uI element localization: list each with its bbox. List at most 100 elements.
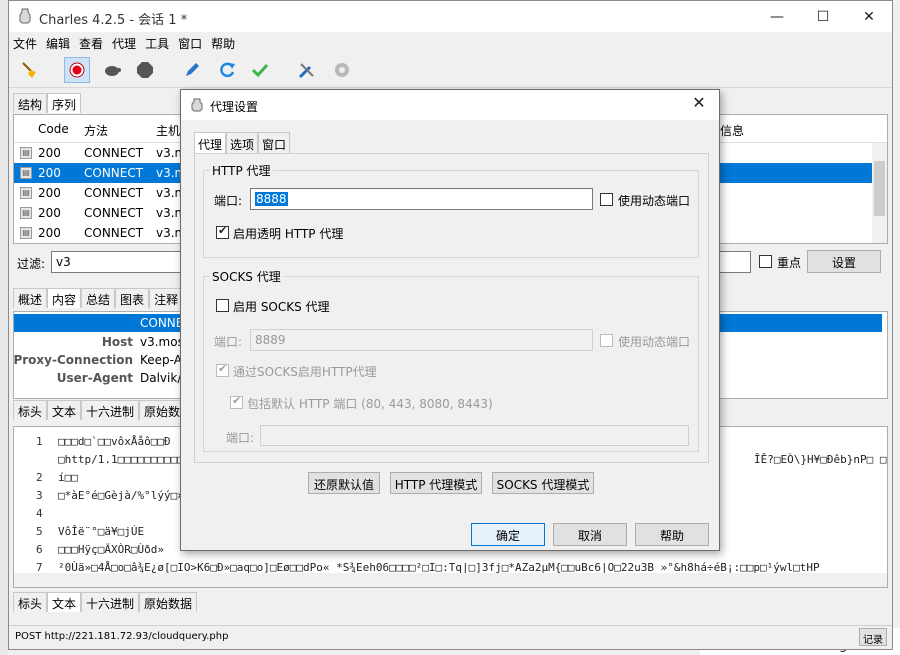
dialog-title: 代理设置 xyxy=(210,100,259,114)
throttle-turtle-icon[interactable] xyxy=(99,57,125,83)
charles-vase-icon xyxy=(191,98,203,112)
dialog-tab-body: HTTP 代理 端口: 8888 使用动态端口 启用透明 HTTP 代理 SOC… xyxy=(194,153,709,463)
include-default-ports-checkbox[interactable] xyxy=(230,394,243,409)
http-port-value: 8888 xyxy=(255,192,288,206)
proxy-settings-dialog: 代理设置 ✕ 代理 选项 窗口 HTTP 代理 端口: 8888 使用动态端口 … xyxy=(180,89,720,551)
restore-defaults-button[interactable]: 还原默认值 xyxy=(308,472,380,494)
col-info[interactable]: 信息 xyxy=(720,122,744,139)
tab-hex-bottom[interactable]: 十六进制 xyxy=(81,592,140,612)
http-over-socks-checkbox[interactable] xyxy=(216,362,229,377)
row-method: CONNECT xyxy=(84,206,144,220)
filter-settings-button[interactable]: 设置 xyxy=(807,250,881,273)
ok-button[interactable]: 确定 xyxy=(471,523,545,546)
col-code[interactable]: Code xyxy=(38,122,69,136)
validate-check-icon[interactable] xyxy=(247,57,273,83)
settings-gear-icon[interactable] xyxy=(329,57,355,83)
http-proxy-group: HTTP 代理 端口: 8888 使用动态端口 启用透明 HTTP 代理 xyxy=(203,162,699,258)
socks-dynamic-port-label: 使用动态端口 xyxy=(618,335,691,349)
socks-proxy-mode-button[interactable]: SOCKS 代理模式 xyxy=(492,472,594,494)
row-code: 200 xyxy=(38,226,61,240)
toolbar xyxy=(9,53,892,88)
code-hscrollbar[interactable] xyxy=(14,573,887,587)
tab-raw[interactable]: 原始数 xyxy=(139,400,186,420)
desktop-left-edge xyxy=(0,0,8,655)
http-port-input[interactable]: 8888 xyxy=(250,188,593,210)
tab-summary[interactable]: 总结 xyxy=(81,288,116,308)
tab-text-bottom[interactable]: 文本 xyxy=(47,592,82,612)
dialog-close-button[interactable]: ✕ xyxy=(685,93,713,117)
menu-window[interactable]: 窗口 xyxy=(178,33,202,53)
http-dynamic-port-label: 使用动态端口 xyxy=(618,194,691,208)
maximize-button[interactable]: ☐ xyxy=(800,1,846,32)
repeat-refresh-icon[interactable] xyxy=(214,57,240,83)
menu-file[interactable]: 文件 xyxy=(13,33,37,53)
tab-headers-bottom[interactable]: 标头 xyxy=(13,592,48,612)
help-button[interactable]: 帮助 xyxy=(635,523,709,546)
request-method-value: CONNE xyxy=(140,316,184,330)
menu-view[interactable]: 查看 xyxy=(79,33,103,53)
header-key: Host xyxy=(101,335,133,349)
tab-options[interactable]: 选项 xyxy=(226,132,259,154)
tab-sequence[interactable]: 序列 xyxy=(47,93,82,113)
row-method: CONNECT xyxy=(84,166,144,180)
tab-raw-bottom[interactable]: 原始数据 xyxy=(139,592,198,612)
charles-vase-icon xyxy=(19,8,31,24)
menu-bar: 文件 编辑 查看 代理 工具 窗口 帮助 xyxy=(9,33,892,53)
socks-http-port-input[interactable] xyxy=(260,425,689,446)
breakpoint-stop-icon[interactable] xyxy=(132,57,158,83)
socks-port-input[interactable]: 8889 xyxy=(250,329,593,351)
enable-socks-checkbox[interactable] xyxy=(216,299,229,312)
table-scrollbar[interactable] xyxy=(872,143,887,243)
row-code: 200 xyxy=(38,166,61,180)
minimize-button[interactable]: — xyxy=(754,1,800,32)
close-window-button[interactable]: ✕ xyxy=(846,1,892,32)
dialog-tabs: 代理 选项 窗口 xyxy=(194,132,291,154)
menu-help[interactable]: 帮助 xyxy=(211,33,235,53)
compose-pen-icon[interactable] xyxy=(179,57,205,83)
view-tabs: 结构 序列 xyxy=(13,93,82,113)
record-icon[interactable] xyxy=(64,57,90,83)
window-title: Charles 4.2.5 - 会话 1 * xyxy=(39,13,188,28)
tab-structure[interactable]: 结构 xyxy=(13,93,48,113)
menu-edit[interactable]: 编辑 xyxy=(46,33,70,53)
socks-proxy-group-title: SOCKS 代理 xyxy=(210,268,283,285)
tab-window[interactable]: 窗口 xyxy=(258,132,291,154)
include-default-ports-label: 包括默认 HTTP 端口 (80, 443, 8080, 8443) xyxy=(247,397,493,411)
col-method[interactable]: 方法 xyxy=(84,122,108,139)
tab-chart[interactable]: 图表 xyxy=(115,288,150,308)
row-method: CONNECT xyxy=(84,186,144,200)
http-dynamic-port-checkbox[interactable] xyxy=(600,193,613,206)
cancel-button[interactable]: 取消 xyxy=(553,523,627,546)
tab-proxies[interactable]: 代理 xyxy=(194,132,227,154)
lock-icon: ▤ xyxy=(20,207,32,219)
log-button[interactable]: 记录 xyxy=(859,628,887,646)
tab-hex[interactable]: 十六进制 xyxy=(81,400,140,420)
focus-checkbox[interactable] xyxy=(759,255,772,268)
tab-notes[interactable]: 注释 xyxy=(149,288,184,308)
tab-headers[interactable]: 标头 xyxy=(13,400,48,420)
row-method: CONNECT xyxy=(84,226,144,240)
tab-text[interactable]: 文本 xyxy=(47,400,82,420)
lock-icon: ▤ xyxy=(20,167,32,179)
socks-proxy-group: SOCKS 代理 启用 SOCKS 代理 端口: 8889 使用动态端口 通过S… xyxy=(203,268,699,452)
row-code: 200 xyxy=(38,146,61,160)
status-bar: POST http://221.181.72.93/cloudquery.php… xyxy=(9,625,892,649)
broom-icon[interactable] xyxy=(17,57,43,83)
focus-label: 重点 xyxy=(777,256,802,270)
tab-contents[interactable]: 内容 xyxy=(47,288,82,308)
menu-proxy[interactable]: 代理 xyxy=(112,33,136,53)
tab-overview[interactable]: 概述 xyxy=(13,288,48,308)
menu-tools[interactable]: 工具 xyxy=(145,33,169,53)
socks-dynamic-port-checkbox[interactable] xyxy=(600,334,613,347)
transparent-proxy-label: 启用透明 HTTP 代理 xyxy=(233,227,344,241)
tools-wrench-icon[interactable] xyxy=(294,57,320,83)
socks-http-port-label: 端口: xyxy=(226,431,255,445)
enable-socks-label: 启用 SOCKS 代理 xyxy=(233,300,330,314)
http-proxy-mode-button[interactable]: HTTP 代理模式 xyxy=(390,472,482,494)
http-over-socks-label: 通过SOCKS启用HTTP代理 xyxy=(233,365,377,379)
col-host[interactable]: 主机 xyxy=(156,122,180,139)
dialog-titlebar: 代理设置 ✕ xyxy=(181,90,719,120)
transparent-proxy-checkbox[interactable] xyxy=(216,224,229,239)
socks-port-label: 端口: xyxy=(214,335,243,349)
lock-icon: ▤ xyxy=(20,227,32,239)
